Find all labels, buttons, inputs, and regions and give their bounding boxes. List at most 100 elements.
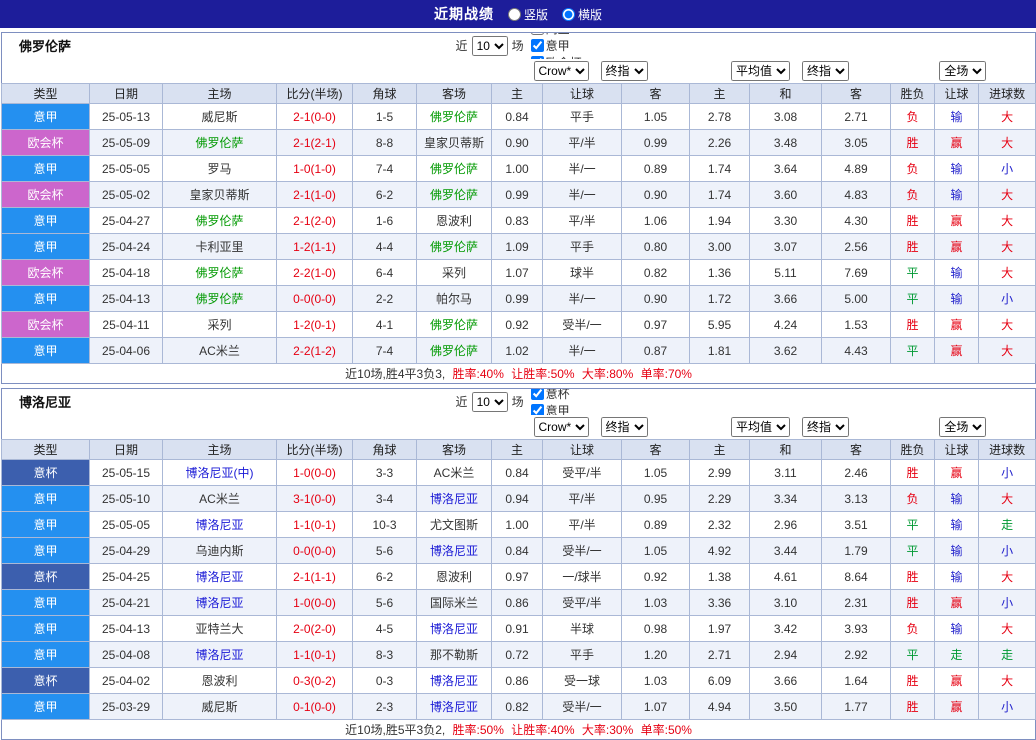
match-rows: 意甲25-05-13威尼斯2-1(0-0)1-5佛罗伦萨0.84平手1.052.… (2, 104, 1036, 364)
asia-final-odds-select[interactable]: 终指 (601, 61, 648, 81)
away-team-cell: 佛罗伦萨 (417, 104, 492, 130)
corners-cell: 2-2 (353, 286, 417, 312)
asian-away-odds: 1.05 (622, 104, 690, 130)
asian-handicap: 平/半 (543, 512, 622, 538)
result-goals: 大 (979, 260, 1036, 286)
score-cell: 2-1(1-1) (277, 564, 353, 590)
league-filter[interactable]: 意甲 (531, 402, 582, 415)
euro-away-odds: 2.46 (822, 460, 891, 486)
result-goals: 大 (979, 486, 1036, 512)
section-title-row: 佛罗伦萨 近 10 场 同主意甲欧会杯 (2, 33, 1036, 59)
dropdown-row-spacer (2, 59, 492, 84)
match-type-cell: 意甲 (2, 234, 90, 260)
euro-draw-odds: 3.62 (750, 338, 822, 364)
result-outcome: 平 (891, 512, 935, 538)
games-count-select[interactable]: 10 (472, 392, 508, 412)
away-team-cell: 博洛尼亚 (417, 616, 492, 642)
league-filter[interactable]: 欧会杯 (531, 54, 582, 58)
match-type-cell: 意杯 (2, 460, 90, 486)
layout-radio-vertical[interactable] (508, 8, 521, 21)
result-handicap: 赢 (935, 694, 979, 720)
scope-dropdown: 全场 (891, 59, 1036, 84)
home-team-cell: 佛罗伦萨 (163, 286, 277, 312)
match-type-cell: 意甲 (2, 616, 90, 642)
euro-final-odds-select[interactable]: 终指 (802, 417, 849, 437)
euro-draw-odds: 3.60 (750, 182, 822, 208)
score-cell: 2-1(1-0) (277, 182, 353, 208)
column-header: 客 (822, 440, 891, 460)
asian-handicap: 半/一 (543, 182, 622, 208)
league-filter[interactable]: 意杯 (531, 389, 582, 402)
layout-label-vertical: 竖版 (524, 6, 548, 23)
score-cell: 0-3(0-2) (277, 668, 353, 694)
result-handicap: 输 (935, 564, 979, 590)
match-scope-select[interactable]: 全场 (939, 61, 986, 81)
asian-away-odds: 0.90 (622, 182, 690, 208)
column-header: 角球 (353, 440, 417, 460)
euro-home-odds: 2.78 (690, 104, 750, 130)
asian-home-odds: 1.00 (492, 512, 543, 538)
result-outcome: 负 (891, 182, 935, 208)
layout-option-vertical[interactable]: 竖版 (508, 6, 548, 23)
asian-home-odds: 1.09 (492, 234, 543, 260)
summary-row: 近10场,胜5平3负2, 胜率:50% 让胜率:40% 大率:30% 单率:50… (2, 720, 1036, 740)
euro-average-select[interactable]: 平均值 (731, 417, 790, 437)
result-goals: 大 (979, 130, 1036, 156)
home-team-cell: 亚特兰大 (163, 616, 277, 642)
asian-away-odds: 0.82 (622, 260, 690, 286)
asia-final-odds-select[interactable]: 终指 (601, 417, 648, 437)
summary-segment: 单率:70% (641, 367, 692, 381)
away-team-cell: 恩波利 (417, 564, 492, 590)
euro-home-odds: 4.94 (690, 694, 750, 720)
odds-source-select[interactable]: Crow* (534, 61, 589, 81)
dropdown-row: Crow*终指 平均值终指 全场 (2, 59, 1036, 84)
match-row: 意甲25-04-13亚特兰大2-0(2-0)4-5博洛尼亚0.91半球0.981… (2, 616, 1036, 642)
euro-odds-dropdowns: 平均值终指 (690, 415, 891, 440)
league-filter-checkbox[interactable] (531, 404, 544, 415)
euro-final-odds-select[interactable]: 终指 (802, 61, 849, 81)
column-header: 日期 (90, 440, 163, 460)
league-filter-checkbox[interactable] (531, 33, 544, 36)
euro-away-odds: 4.30 (822, 208, 891, 234)
euro-draw-odds: 3.10 (750, 590, 822, 616)
asian-away-odds: 1.06 (622, 208, 690, 234)
result-goals: 小 (979, 460, 1036, 486)
league-filter-checkbox[interactable] (531, 389, 544, 400)
corners-cell: 3-4 (353, 486, 417, 512)
euro-average-select[interactable]: 平均值 (731, 61, 790, 81)
asian-handicap: 球半 (543, 260, 622, 286)
asian-home-odds: 0.82 (492, 694, 543, 720)
result-handicap: 输 (935, 486, 979, 512)
games-count-select[interactable]: 10 (472, 36, 508, 56)
result-handicap: 赢 (935, 338, 979, 364)
score-cell: 1-1(0-1) (277, 642, 353, 668)
column-header: 进球数 (979, 440, 1036, 460)
home-team-cell: AC米兰 (163, 486, 277, 512)
match-row: 意甲25-04-27佛罗伦萨2-1(2-0)1-6恩波利0.83平/半1.061… (2, 208, 1036, 234)
layout-radio-horizontal[interactable] (562, 8, 575, 21)
column-header: 让球 (543, 84, 622, 104)
asian-handicap: 受半/一 (543, 694, 622, 720)
odds-source-select[interactable]: Crow* (534, 417, 589, 437)
column-header: 主 (690, 440, 750, 460)
league-filter[interactable]: 意甲 (531, 37, 582, 54)
league-filters: 同主意甲欧会杯 (526, 33, 582, 59)
euro-home-odds: 1.94 (690, 208, 750, 234)
asian-away-odds: 0.89 (622, 512, 690, 538)
layout-option-horizontal[interactable]: 横版 (562, 6, 602, 23)
asian-away-odds: 0.87 (622, 338, 690, 364)
league-filter-checkbox[interactable] (531, 56, 544, 58)
euro-home-odds: 3.36 (690, 590, 750, 616)
match-type-cell: 意甲 (2, 590, 90, 616)
match-scope-select[interactable]: 全场 (939, 417, 986, 437)
summary-segment: 让胜率:50% (511, 367, 578, 381)
euro-away-odds: 3.51 (822, 512, 891, 538)
page-title: 近期战绩 (434, 4, 494, 24)
column-header: 和 (750, 84, 822, 104)
euro-away-odds: 8.64 (822, 564, 891, 590)
asian-home-odds: 0.94 (492, 486, 543, 512)
filter-controls: 近 10 场 同主意甲欧会杯 (456, 33, 582, 59)
result-handicap: 赢 (935, 208, 979, 234)
league-filter-checkbox[interactable] (531, 39, 544, 52)
result-handicap: 赢 (935, 130, 979, 156)
